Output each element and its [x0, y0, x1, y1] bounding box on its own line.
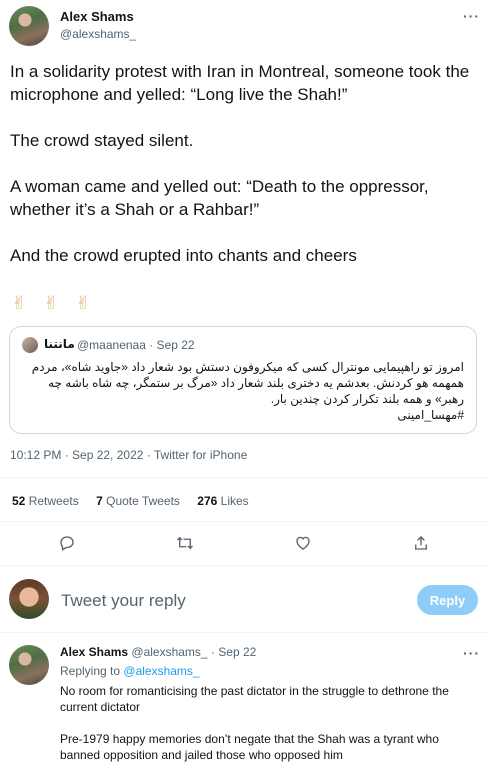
quoted-hashtag[interactable]: #مهسا_امینی	[397, 408, 464, 422]
current-user-avatar[interactable]	[9, 579, 49, 619]
quotes-count: 7	[96, 494, 103, 508]
reply-text: No room for romanticising the past dicta…	[60, 683, 478, 779]
reply-author-name[interactable]: Alex Shams	[60, 645, 128, 659]
quoted-tweet-text: امروز تو راهپیمایی مونترال کسی که میکروف…	[24, 359, 464, 423]
tweet-paragraph: In a solidarity protest with Iran in Mon…	[10, 62, 470, 104]
reply-date[interactable]: · Sep 22	[211, 645, 256, 659]
victory-hand-icon: ✌	[11, 293, 27, 313]
quoted-author-name: مانتنا	[44, 337, 75, 351]
tweet-text: In a solidarity protest with Iran in Mon…	[10, 60, 480, 290]
reply-button[interactable]: Reply	[417, 585, 478, 615]
retweets-stat[interactable]: 52 Retweets	[12, 494, 79, 508]
reply-author-avatar[interactable]	[9, 645, 49, 685]
quoted-author-avatar	[22, 337, 38, 353]
replying-to-handle[interactable]: @alexshams_	[123, 664, 199, 678]
more-options-icon[interactable]: ···	[463, 8, 480, 24]
quoted-tweet[interactable]: مانتنا @maanenaa · Sep 22 امروز تو راهپی…	[9, 326, 477, 434]
author-name[interactable]: Alex Shams	[60, 9, 134, 24]
quoted-text-body: امروز تو راهپیمایی مونترال کسی که میکروف…	[31, 360, 464, 406]
replying-to: Replying to @alexshams_	[60, 664, 200, 678]
share-icon[interactable]	[411, 533, 431, 553]
reply-icon[interactable]	[57, 533, 77, 553]
reply-header: Alex Shams @alexshams_ · Sep 22	[60, 645, 256, 659]
reply-input[interactable]: Tweet your reply	[61, 591, 186, 611]
quote-tweets-stat[interactable]: 7 Quote Tweets	[96, 494, 180, 508]
divider	[0, 565, 488, 566]
likes-label: Likes	[220, 494, 249, 508]
retweets-count: 52	[12, 494, 26, 508]
author-handle[interactable]: @alexshams_	[60, 27, 136, 41]
retweet-icon[interactable]	[175, 533, 195, 553]
like-icon[interactable]	[293, 533, 313, 553]
likes-stat[interactable]: 276 Likes	[197, 494, 248, 508]
tweet-paragraph: A woman came and yelled out: “Death to t…	[10, 177, 429, 219]
quoted-author-handle: @maanenaa · Sep 22	[77, 338, 195, 352]
reply-paragraph: Pre-1979 happy memories don’t negate tha…	[60, 732, 439, 762]
likes-count: 276	[197, 494, 218, 508]
victory-hand-icon: ✌	[43, 293, 59, 313]
author-avatar[interactable]	[9, 6, 49, 46]
divider	[0, 632, 488, 633]
victory-hand-icon: ✌	[75, 293, 91, 313]
reply-author-handle[interactable]: @alexshams_	[131, 645, 207, 659]
emoji-row: ✌ ✌ ✌	[10, 293, 101, 314]
reply-more-options-icon[interactable]: ···	[463, 645, 480, 661]
tweet-paragraph: The crowd stayed silent.	[10, 131, 194, 150]
retweets-label: Retweets	[28, 494, 79, 508]
tweet-paragraph: And the crowd erupted into chants and ch…	[10, 246, 357, 265]
reply-paragraph: No room for romanticising the past dicta…	[60, 684, 449, 714]
replying-to-label: Replying to	[60, 664, 121, 678]
tweet-stats: 52 Retweets 7 Quote Tweets 276 Likes	[12, 494, 263, 508]
quotes-label: Quote Tweets	[106, 494, 180, 508]
divider	[0, 521, 488, 522]
tweet-timestamp[interactable]: 10:12 PM · Sep 22, 2022 · Twitter for iP…	[10, 448, 247, 462]
divider	[0, 477, 488, 478]
